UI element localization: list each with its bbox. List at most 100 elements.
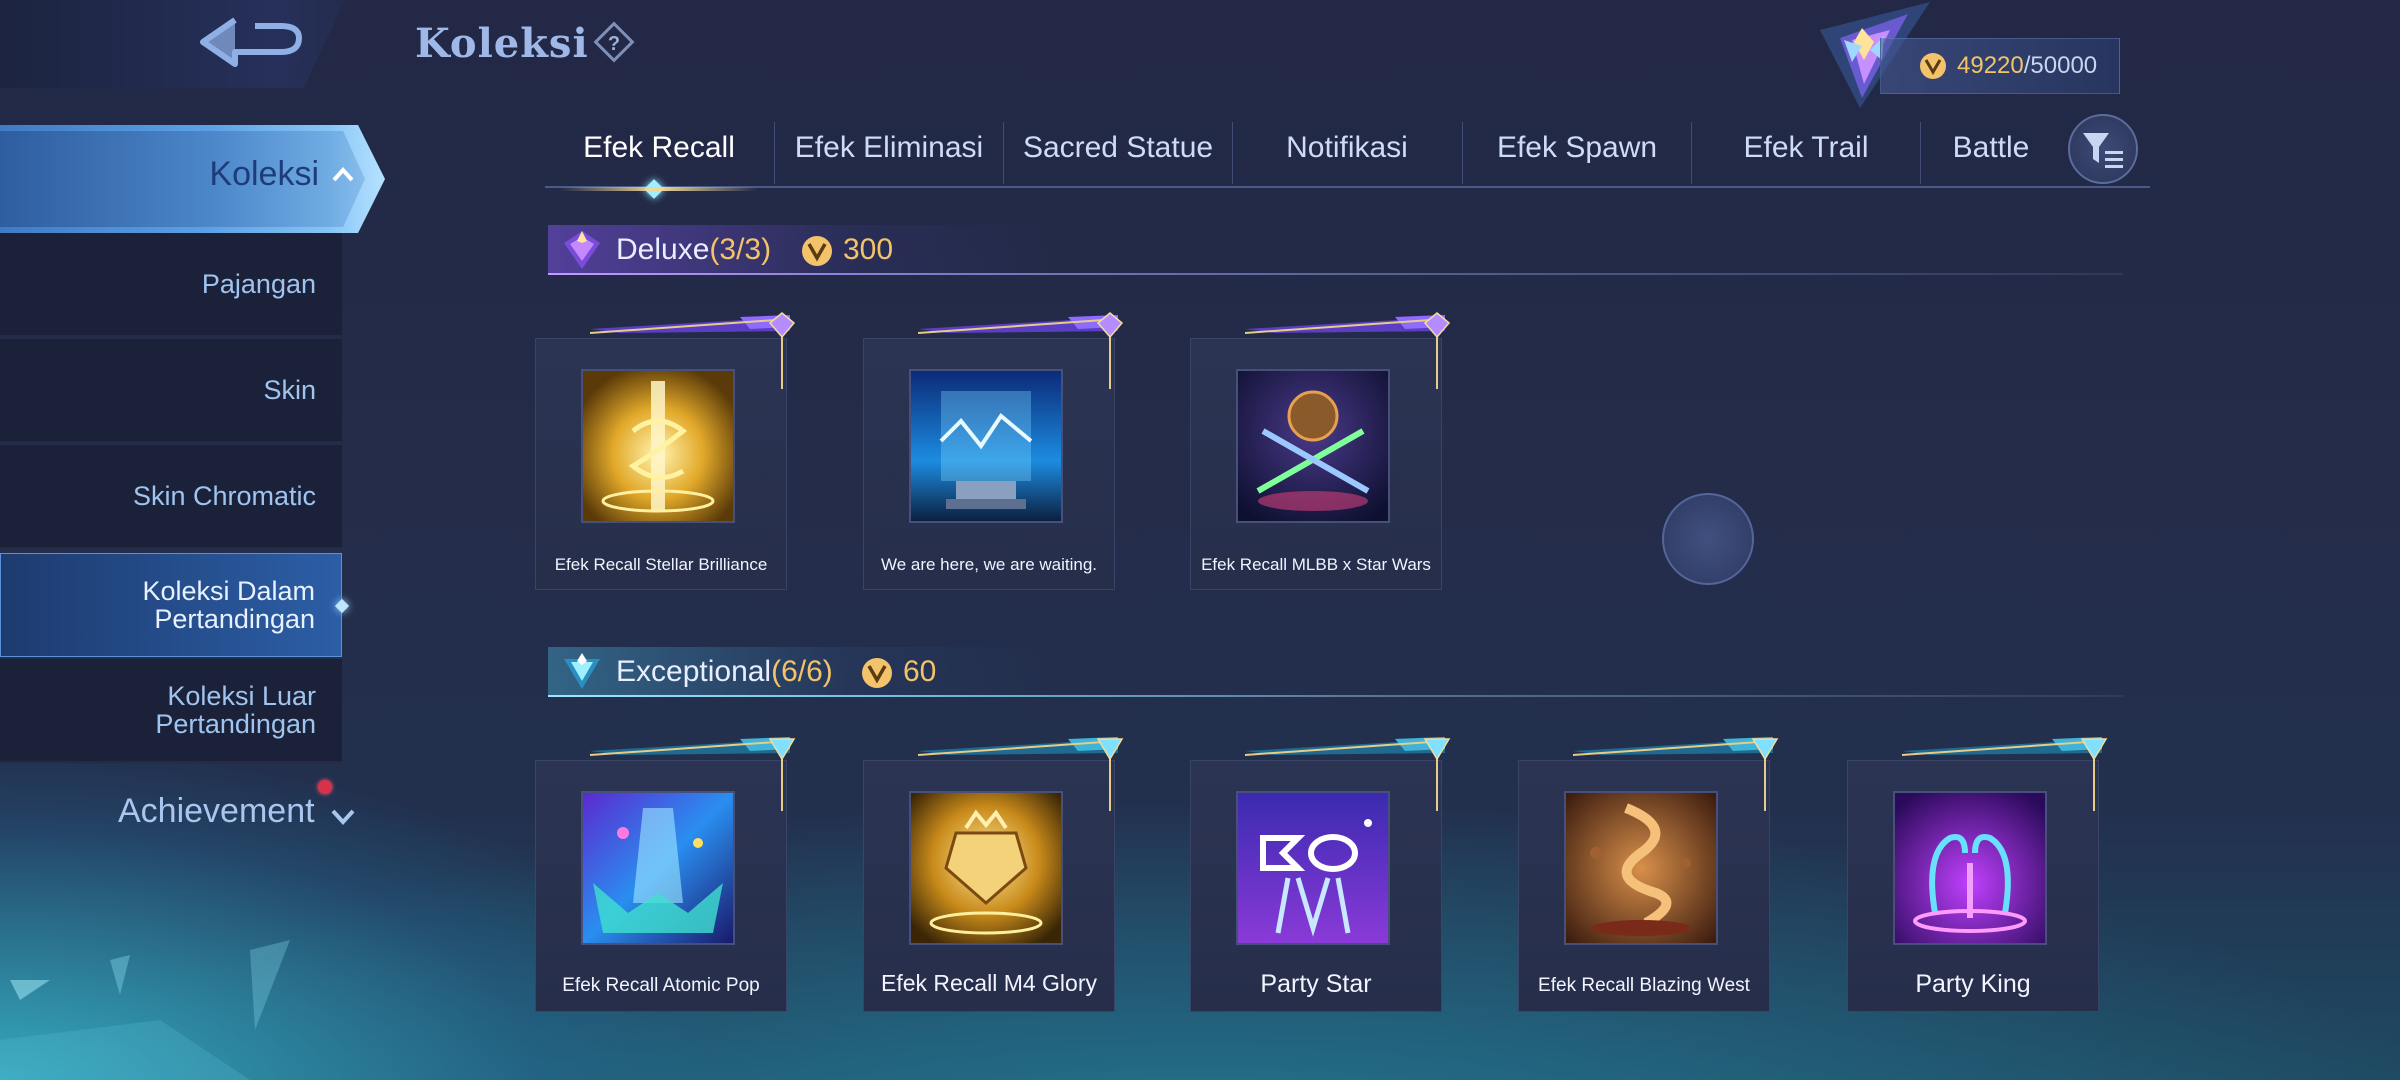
collector-points-icon: [1920, 53, 1946, 79]
exceptional-corner-gem-icon: [1423, 738, 1451, 811]
tab-sacred-statue[interactable]: Sacred Statue: [1004, 122, 1232, 182]
section-count: (3/3): [709, 233, 772, 266]
tab-label: Efek Spawn: [1496, 131, 1658, 164]
collector-points-display: 49220/50000: [1880, 38, 2120, 94]
sidebar-item-label: Pajangan: [201, 269, 316, 299]
atomic-pop-thumbnail: [581, 791, 735, 945]
section-name: Exceptional: [616, 655, 772, 688]
collection-card[interactable]: Efek Recall MLBB x Star Wars: [1190, 312, 1451, 590]
sidebar-item-label: Achievement: [118, 792, 315, 830]
card-label: Efek Recall Blazing West: [1538, 975, 1750, 996]
question-diamond-icon[interactable]: ?: [592, 20, 636, 64]
collector-points-icon: [862, 658, 892, 688]
section-title: Deluxe(3/3): [616, 233, 771, 267]
deluxe-diamond-icon: [564, 231, 600, 269]
card-label: Efek Recall M4 Glory: [880, 970, 1097, 996]
deluxe-ribbon: [1245, 315, 1445, 334]
sidebar-main-label: Koleksi: [209, 155, 319, 193]
card-label: Party Star: [1260, 970, 1372, 998]
tab-notifikasi[interactable]: Notifikasi: [1233, 122, 1461, 182]
exceptional-corner-gem-icon: [2080, 738, 2108, 811]
section-cost: 300: [843, 233, 894, 266]
section-divider: [548, 695, 2123, 697]
chevron-up-icon: [332, 167, 354, 182]
section-header-deluxe: Deluxe(3/3) 300: [548, 225, 2123, 275]
floating-joystick[interactable]: [1662, 493, 1754, 585]
tab-label: Efek Trail: [1743, 131, 1869, 164]
blazing-west-thumbnail: [1564, 791, 1718, 945]
deluxe-ribbon: [918, 315, 1118, 334]
collection-card[interactable]: Party King: [1847, 737, 2108, 1012]
tab-efek-trail[interactable]: Efek Trail: [1692, 122, 1920, 182]
exceptional-diamond-icon: [564, 653, 600, 689]
sidebar-item-koleksi-luar-pertandingan[interactable]: Koleksi Luar Pertandingan: [0, 659, 342, 763]
tab-label: Sacred Statue: [1022, 131, 1214, 164]
sidebar-item-label: Koleksi Dalam Pertandingan: [142, 576, 315, 634]
card-label: Party King: [1915, 970, 2031, 998]
tab-label: Efek Recall: [583, 131, 735, 164]
collection-card[interactable]: Efek Recall Blazing West: [1518, 737, 1779, 1012]
section-cost: 60: [903, 655, 937, 688]
stellar-brilliance-thumbnail: [581, 369, 735, 523]
card-label: We are here, we are waiting.: [880, 555, 1098, 574]
sidebar-item-skin-chromatic[interactable]: Skin Chromatic: [0, 445, 342, 549]
filter-button[interactable]: [2068, 114, 2138, 184]
exceptional-ribbon: [1245, 737, 1445, 756]
collection-card[interactable]: Party Star: [1190, 737, 1451, 1012]
page-title: Koleksi: [415, 20, 589, 67]
exceptional-corner-gem-icon: [1751, 738, 1779, 811]
tab-label: Efek Eliminasi: [794, 131, 984, 164]
crystal-shards-decoration: [0, 940, 290, 1080]
tab-efek-spawn[interactable]: Efek Spawn: [1463, 122, 1691, 182]
card-label: Efek Recall MLBB x Star Wars: [1201, 555, 1431, 574]
card-label: Efek Recall Atomic Pop: [562, 975, 760, 996]
collection-card[interactable]: We are here, we are waiting.: [863, 312, 1124, 590]
exceptional-corner-gem-icon: [768, 738, 796, 811]
back-arrow-icon: [200, 17, 302, 67]
section-header-exceptional: Exceptional(6/6) 60: [548, 647, 2123, 697]
sidebar-item-koleksi[interactable]: Koleksi: [0, 125, 385, 233]
tab-label: Battle: [1952, 131, 2030, 164]
sidebar-item-pajangan[interactable]: Pajangan: [0, 233, 342, 337]
sidebar-item-koleksi-dalam-pertandingan[interactable]: Koleksi Dalam Pertandingan: [0, 553, 342, 657]
exceptional-ribbon: [590, 737, 790, 756]
section-name: Deluxe: [616, 233, 710, 266]
points-current: 49220: [1957, 52, 2024, 79]
deluxe-corner-gem-icon: [1423, 312, 1451, 389]
sidebar-item-label: Skin: [263, 375, 316, 405]
section-title: Exceptional(6/6): [616, 655, 833, 689]
exceptional-ribbon: [1573, 737, 1773, 756]
tab-label: Notifikasi: [1286, 131, 1408, 164]
deluxe-corner-gem-icon: [768, 312, 796, 389]
collection-card[interactable]: Efek Recall M4 Glory: [863, 737, 1124, 1012]
tab-battle[interactable]: Battle: [1921, 122, 2061, 182]
collection-card[interactable]: Efek Recall Atomic Pop: [535, 737, 796, 1012]
star-wars-thumbnail: [1236, 369, 1390, 523]
chevron-down-icon: [331, 809, 355, 825]
sidebar-item-label: Koleksi Luar Pertandingan: [155, 681, 316, 739]
collection-card[interactable]: Efek Recall Stellar Brilliance: [535, 312, 796, 590]
filter-icon: [2083, 133, 2123, 168]
section-count: (6/6): [771, 655, 833, 688]
category-tabs: Efek Recall Efek Eliminasi Sacred Statue…: [545, 112, 2150, 199]
collector-points-icon: [802, 236, 832, 266]
points-max: /50000: [2023, 52, 2098, 79]
sidebar-item-skin[interactable]: Skin: [0, 339, 342, 443]
sidebar-item-label: Skin Chromatic: [132, 481, 316, 511]
we-are-here-thumbnail: [909, 369, 1063, 523]
back-button[interactable]: [0, 0, 345, 88]
m4-glory-thumbnail: [909, 791, 1063, 945]
party-star-thumbnail: [1236, 791, 1390, 945]
svg-text:?: ?: [608, 33, 620, 55]
section-divider: [548, 273, 2123, 275]
tab-efek-eliminasi[interactable]: Efek Eliminasi: [775, 122, 1003, 182]
active-tab-indicator: [644, 179, 664, 199]
tab-efek-recall[interactable]: Efek Recall: [545, 122, 773, 199]
sidebar-item-achievement[interactable]: Achievement: [118, 792, 315, 831]
notification-dot: [318, 780, 332, 794]
party-king-thumbnail: [1893, 791, 2047, 945]
deluxe-ribbon: [590, 315, 790, 334]
exceptional-ribbon: [918, 737, 1118, 756]
exceptional-ribbon: [1902, 737, 2102, 756]
card-label: Efek Recall Stellar Brilliance: [554, 555, 768, 574]
